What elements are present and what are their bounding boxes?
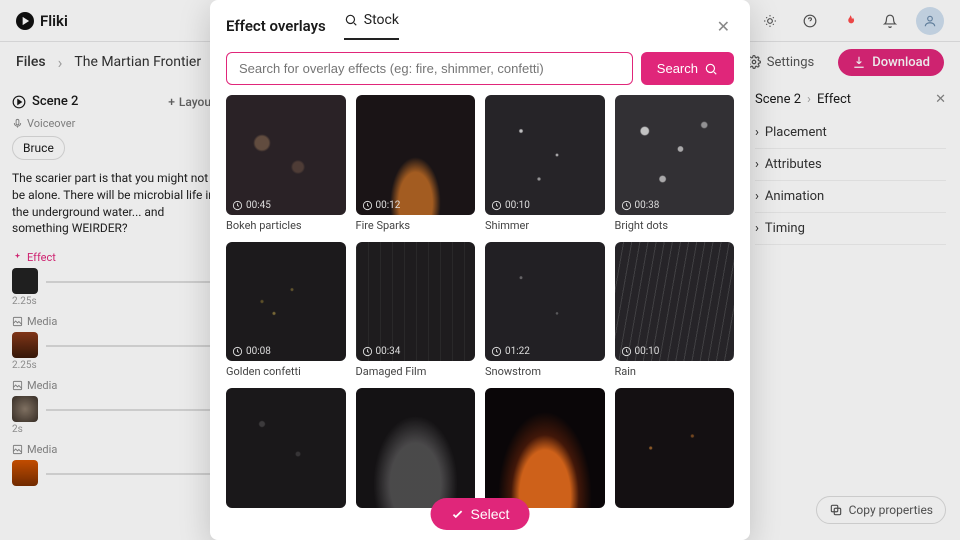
- overlay-duration: 00:45: [232, 200, 271, 211]
- overlay-thumb[interactable]: [356, 388, 476, 508]
- overlay-label: Bokeh particles: [226, 219, 346, 232]
- clock-icon: [491, 200, 502, 211]
- overlay-thumb[interactable]: 00:08: [226, 242, 346, 362]
- overlay-label: Bright dots: [615, 219, 735, 232]
- search-icon: [704, 62, 718, 76]
- clock-icon: [621, 346, 632, 357]
- overlay-card[interactable]: 00:34 Damaged Film: [356, 242, 476, 379]
- select-button[interactable]: Select: [431, 498, 530, 530]
- overlay-card[interactable]: [485, 388, 605, 508]
- overlay-card[interactable]: 00:12 Fire Sparks: [356, 95, 476, 232]
- overlay-card[interactable]: 01:22 Snowstrom: [485, 242, 605, 379]
- clock-icon: [362, 200, 373, 211]
- search-button[interactable]: Search: [641, 52, 734, 85]
- overlay-thumb[interactable]: 01:22: [485, 242, 605, 362]
- overlay-card[interactable]: 00:08 Golden confetti: [226, 242, 346, 379]
- overlay-card[interactable]: 00:10 Shimmer: [485, 95, 605, 232]
- tab-stock[interactable]: Stock: [344, 12, 399, 40]
- overlay-duration: 00:08: [232, 346, 271, 357]
- overlay-search-input[interactable]: [226, 52, 633, 85]
- search-icon: [344, 13, 358, 27]
- effect-overlays-modal: Effect overlays Stock ✕ Search 00:45 Boke…: [210, 0, 750, 540]
- overlay-duration: 00:12: [362, 200, 401, 211]
- overlay-thumb[interactable]: 00:12: [356, 95, 476, 215]
- overlay-label: Damaged Film: [356, 365, 476, 378]
- clock-icon: [232, 200, 243, 211]
- overlay-thumb[interactable]: 00:10: [615, 242, 735, 362]
- overlay-thumb[interactable]: [485, 388, 605, 508]
- overlay-duration: 01:22: [491, 346, 530, 357]
- check-icon: [451, 507, 465, 521]
- overlay-card[interactable]: 00:38 Bright dots: [615, 95, 735, 232]
- overlay-card[interactable]: 00:45 Bokeh particles: [226, 95, 346, 232]
- overlay-label: Snowstrom: [485, 365, 605, 378]
- modal-header: Effect overlays Stock ✕: [210, 0, 750, 40]
- overlay-thumb[interactable]: 00:45: [226, 95, 346, 215]
- overlay-grid: 00:45Bokeh particles00:12Fire Sparks00:1…: [210, 95, 750, 540]
- overlay-thumb[interactable]: 00:10: [485, 95, 605, 215]
- overlay-label: Rain: [615, 365, 735, 378]
- overlay-label: Fire Sparks: [356, 219, 476, 232]
- modal-search-row: Search: [210, 40, 750, 95]
- clock-icon: [621, 200, 632, 211]
- overlay-duration: 00:10: [621, 346, 660, 357]
- overlay-thumb[interactable]: 00:38: [615, 95, 735, 215]
- overlay-thumb[interactable]: 00:34: [356, 242, 476, 362]
- overlay-card[interactable]: [226, 388, 346, 508]
- overlay-duration: 00:38: [621, 200, 660, 211]
- overlay-duration: 00:34: [362, 346, 401, 357]
- overlay-duration: 00:10: [491, 200, 530, 211]
- modal-close-button[interactable]: ✕: [713, 13, 734, 40]
- overlay-label: Golden confetti: [226, 365, 346, 378]
- clock-icon: [362, 346, 373, 357]
- clock-icon: [232, 346, 243, 357]
- overlay-thumb[interactable]: [226, 388, 346, 508]
- overlay-card[interactable]: [615, 388, 735, 508]
- modal-title: Effect overlays: [226, 17, 326, 35]
- clock-icon: [491, 346, 502, 357]
- overlay-card[interactable]: 00:10 Rain: [615, 242, 735, 379]
- overlay-label: Shimmer: [485, 219, 605, 232]
- overlay-card[interactable]: [356, 388, 476, 508]
- overlay-thumb[interactable]: [615, 388, 735, 508]
